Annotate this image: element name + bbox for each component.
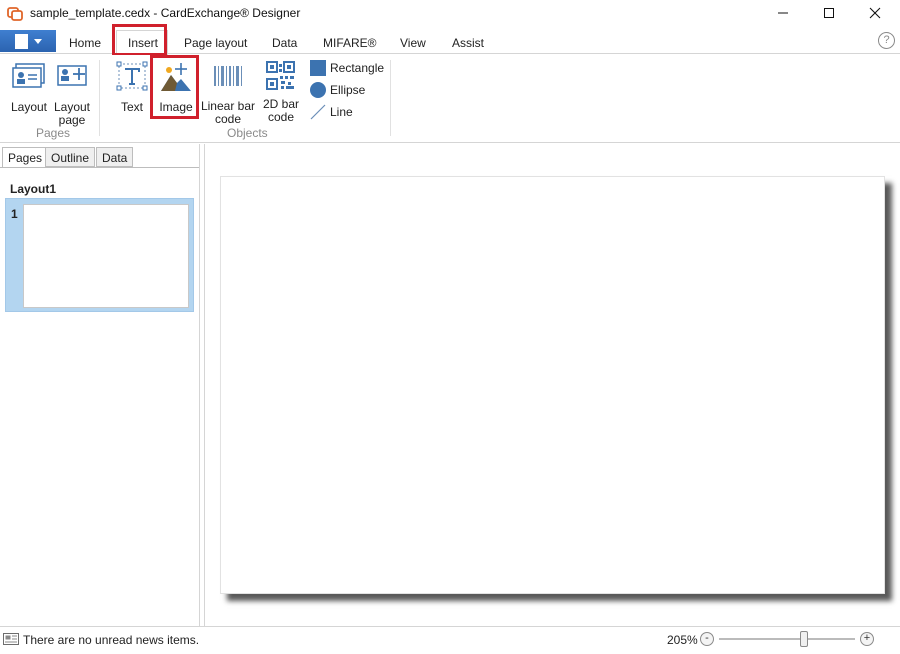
group-separator — [99, 60, 100, 136]
minimize-button[interactable] — [760, 0, 806, 26]
pages-group-label: Pages — [36, 126, 71, 140]
application-menu-button[interactable] — [0, 30, 56, 52]
barcode-icon — [214, 66, 242, 86]
rectangle-label: Rectangle — [330, 61, 385, 75]
left-panel: Pages Outline Data Layout1 1 — [0, 144, 200, 626]
page-thumbnail-preview — [23, 204, 189, 308]
layout-page-icon — [57, 65, 87, 86]
tab-assist[interactable]: Assist — [452, 36, 484, 50]
text-icon — [116, 61, 148, 91]
zoom-out-button[interactable]: - — [700, 632, 714, 646]
maximize-button[interactable] — [806, 0, 852, 26]
tab-pages[interactable]: Pages — [2, 147, 49, 168]
close-icon — [869, 7, 881, 19]
insert-tab-highlight — [112, 24, 167, 56]
page-thumbnail[interactable]: 1 — [5, 198, 194, 312]
text-label: Text — [120, 100, 143, 114]
tab-data[interactable]: Data — [272, 36, 297, 50]
image-button-highlight — [150, 55, 199, 119]
app-icon — [7, 7, 23, 21]
close-button[interactable] — [852, 0, 898, 26]
insert-2d-barcode-button[interactable]: 2D bar code — [260, 60, 302, 124]
qr-code-icon — [266, 61, 295, 90]
insert-rectangle-button[interactable]: Rectangle — [310, 60, 384, 76]
tab-mifare[interactable]: MIFARE® — [323, 36, 377, 50]
tab-page-layout[interactable]: Page layout — [184, 36, 247, 50]
ribbon-panel: Layout Layout page Pages Text Image Line… — [0, 55, 900, 143]
design-canvas[interactable] — [204, 144, 900, 626]
insert-text-button[interactable]: Text — [112, 60, 152, 114]
zoom-slider-handle[interactable] — [800, 631, 808, 647]
chevron-down-icon — [33, 38, 42, 44]
linear-barcode-label-2: code — [214, 112, 242, 126]
layout-button[interactable]: Layout — [7, 63, 51, 114]
layout-icon — [12, 63, 45, 88]
ellipse-icon — [310, 82, 326, 98]
help-icon[interactable]: ? — [878, 32, 895, 49]
2d-barcode-label-2: code — [267, 110, 295, 124]
layout-page-button[interactable]: Layout page — [52, 63, 92, 127]
tab-home[interactable]: Home — [69, 36, 101, 50]
objects-group-label: Objects — [227, 126, 268, 140]
news-status-text[interactable]: There are no unread news items. — [23, 633, 199, 647]
zoom-in-button[interactable]: + — [860, 632, 874, 646]
line-label: Line — [330, 105, 353, 119]
card-page[interactable] — [220, 176, 885, 594]
layout-name: Layout1 — [10, 182, 57, 196]
window-title: sample_template.cedx - CardExchange® Des… — [30, 6, 301, 20]
layout-label: Layout — [10, 100, 48, 114]
ellipse-label: Ellipse — [330, 83, 366, 97]
maximize-icon — [824, 8, 834, 18]
group-separator — [390, 60, 391, 136]
tab-outline[interactable]: Outline — [45, 147, 96, 167]
news-icon — [3, 633, 19, 645]
minimize-icon — [778, 12, 788, 14]
insert-line-button[interactable]: Line — [310, 104, 353, 120]
insert-ellipse-button[interactable]: Ellipse — [310, 82, 365, 98]
zoom-level: 205% — [667, 633, 698, 647]
page-number: 1 — [11, 207, 18, 221]
status-bar: There are no unread news items. 205% - + — [0, 626, 900, 654]
insert-linear-barcode-button[interactable]: Linear bar code — [200, 63, 256, 126]
rectangle-icon — [310, 60, 326, 76]
document-icon — [14, 33, 28, 49]
pages-list: Layout1 1 — [0, 167, 199, 626]
zoom-slider-track[interactable] — [719, 638, 855, 640]
line-icon — [310, 104, 326, 120]
tab-view[interactable]: View — [400, 36, 426, 50]
tab-data-panel[interactable]: Data — [96, 147, 134, 167]
